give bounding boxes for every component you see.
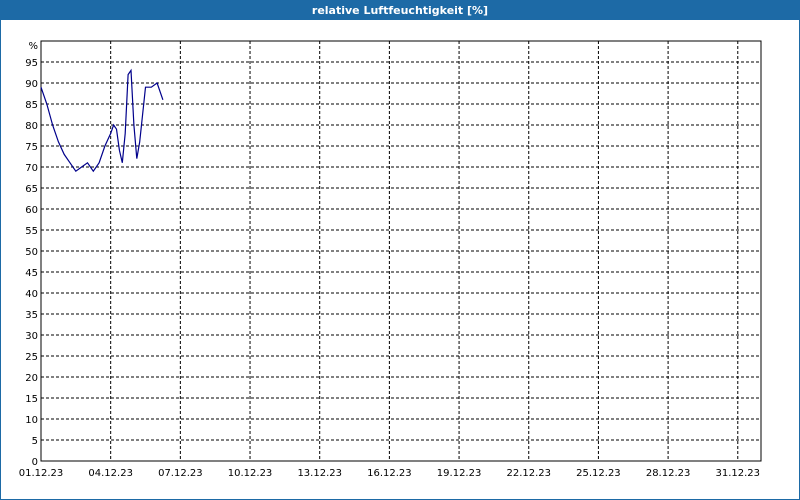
x-tick-label: 28.12.23 (646, 468, 691, 479)
y-tick-label: 80 (25, 121, 38, 132)
y-axis-label: % (28, 41, 38, 52)
x-tick-label: 25.12.23 (576, 468, 621, 479)
y-tick-label: 55 (25, 226, 38, 237)
x-tick-label: 22.12.23 (506, 468, 551, 479)
y-tick-label: 95 (25, 58, 38, 69)
y-tick-label: 25 (25, 352, 38, 363)
y-tick-label: 15 (25, 394, 38, 405)
x-tick-label: 19.12.23 (437, 468, 482, 479)
y-tick-label: 0 (32, 457, 38, 468)
y-tick-label: 65 (25, 184, 38, 195)
y-tick-label: 20 (25, 373, 38, 384)
y-tick-label: 30 (25, 331, 38, 342)
x-tick-label: 10.12.23 (228, 468, 273, 479)
x-tick-label: 07.12.23 (158, 468, 203, 479)
x-tick-label: 13.12.23 (297, 468, 342, 479)
y-tick-label: 50 (25, 247, 38, 258)
y-tick-label: 90 (25, 79, 38, 90)
chart-window: relative Luftfeuchtigkeit [%] 0 5 10 15 20 25… (0, 0, 800, 500)
y-tick-label: 85 (25, 100, 38, 111)
y-tick-label: 75 (25, 142, 38, 153)
chart-area: 0 5 10 15 20 25 30 35 40 45 50 55 60 65 70 75 80 85 90 95 0… (19, 40, 762, 479)
series-layer (40, 68, 164, 173)
x-axis-ticks: 01.12.23 04.12.23 07.12.23 10.12.23 13.12.23… (19, 468, 760, 479)
y-axis-ticks: 0 5 10 15 20 25 30 35 40 45 50 55 60 65 70 75 80 85 90 95 (25, 58, 38, 468)
x-tick-label: 16.12.23 (367, 468, 412, 479)
x-tick-label: 31.12.23 (716, 468, 761, 479)
y-tick-label: 45 (25, 268, 38, 279)
grid-lines (41, 41, 761, 461)
y-tick-label: 40 (25, 289, 38, 300)
y-tick-label: 35 (25, 310, 38, 321)
series-line (40, 68, 164, 173)
y-tick-label: 5 (32, 436, 38, 447)
y-tick-label: 70 (25, 163, 38, 174)
y-tick-label: 60 (25, 205, 38, 216)
x-tick-label: 01.12.23 (19, 468, 64, 479)
x-tick-label: 04.12.23 (88, 468, 133, 479)
y-tick-label: 10 (25, 415, 38, 426)
